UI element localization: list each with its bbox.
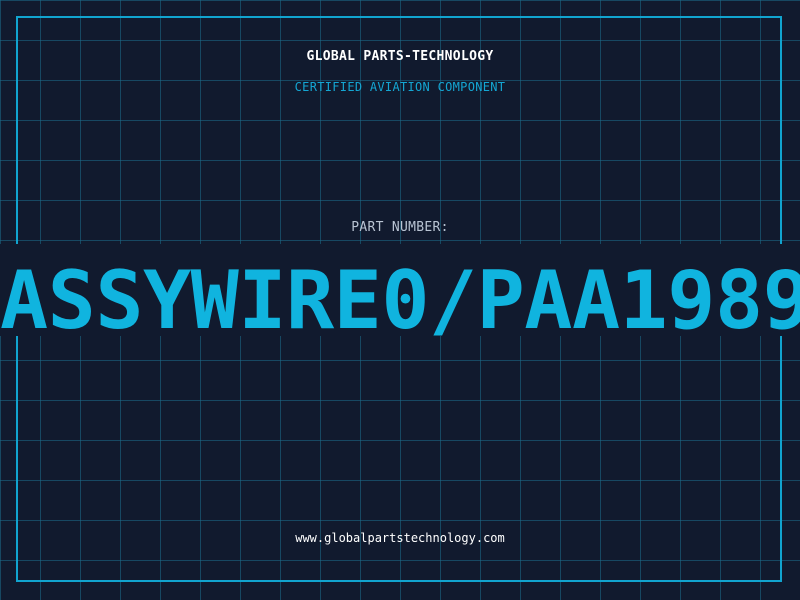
part-number-value: ASSYWIRE0/PAA19890 [0, 256, 800, 346]
website-link[interactable]: www.globalpartstechnology.com [0, 531, 800, 545]
part-number-label: PART NUMBER: [351, 220, 449, 235]
brand-name: GLOBAL PARTS-TECHNOLOGY [306, 49, 494, 64]
part-card: GLOBAL PARTS-TECHNOLOGY CERTIFIED AVIATI… [0, 0, 800, 600]
certification-subtitle: CERTIFIED AVIATION COMPONENT [294, 80, 506, 94]
